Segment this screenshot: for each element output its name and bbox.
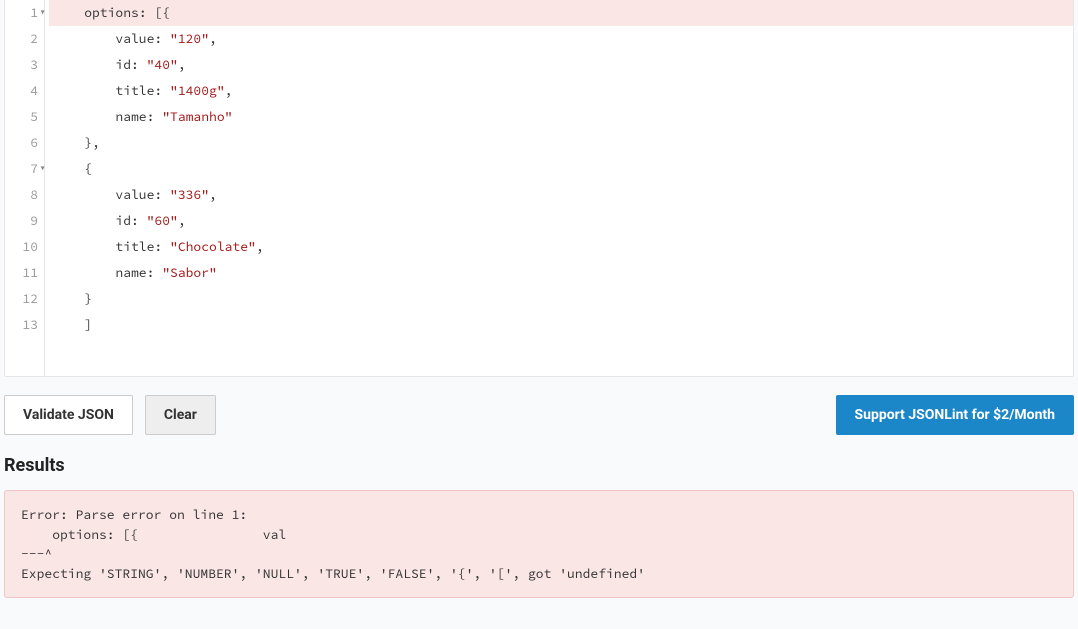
code-line[interactable]: value: "336", xyxy=(49,182,1073,208)
clear-button[interactable]: Clear xyxy=(145,395,216,435)
line-number: 9 xyxy=(5,208,44,234)
line-number: 7▼ xyxy=(5,156,44,182)
line-number: 1▼ xyxy=(5,0,44,26)
toolbar: Validate JSON Clear Support JSONLint for… xyxy=(0,377,1078,453)
code-line[interactable]: } xyxy=(49,286,1073,312)
code-editor[interactable]: 1▼234567▼8910111213 options: [{ value: "… xyxy=(4,0,1074,377)
results-error-box: Error: Parse error on line 1: options: [… xyxy=(4,490,1074,598)
code-line[interactable]: }, xyxy=(49,130,1073,156)
line-number: 6 xyxy=(5,130,44,156)
line-number: 8 xyxy=(5,182,44,208)
code-line[interactable]: name: "Sabor" xyxy=(49,260,1073,286)
line-number: 10 xyxy=(5,234,44,260)
fold-toggle-icon[interactable]: ▼ xyxy=(37,0,45,26)
code-line[interactable]: title: "1400g", xyxy=(49,78,1073,104)
code-area[interactable]: options: [{ value: "120", id: "40", titl… xyxy=(45,0,1073,376)
support-jsonlint-button[interactable]: Support JSONLint for $2/Month xyxy=(836,395,1074,435)
line-number: 11 xyxy=(5,260,44,286)
code-line[interactable]: options: [{ xyxy=(49,0,1073,26)
code-line[interactable]: value: "120", xyxy=(49,26,1073,52)
line-number: 12 xyxy=(5,286,44,312)
code-line[interactable]: ] xyxy=(49,312,1073,338)
code-line[interactable]: id: "40", xyxy=(49,52,1073,78)
code-line[interactable]: id: "60", xyxy=(49,208,1073,234)
results-heading: Results xyxy=(0,453,1078,490)
line-number: 13 xyxy=(5,312,44,338)
code-line[interactable]: title: "Chocolate", xyxy=(49,234,1073,260)
line-number: 2 xyxy=(5,26,44,52)
line-number: 3 xyxy=(5,52,44,78)
code-line[interactable]: name: "Tamanho" xyxy=(49,104,1073,130)
line-number: 5 xyxy=(5,104,44,130)
fold-toggle-icon[interactable]: ▼ xyxy=(37,156,45,182)
validate-json-button[interactable]: Validate JSON xyxy=(4,395,133,435)
line-number: 4 xyxy=(5,78,44,104)
code-line[interactable]: { xyxy=(49,156,1073,182)
line-number-gutter: 1▼234567▼8910111213 xyxy=(5,0,45,376)
